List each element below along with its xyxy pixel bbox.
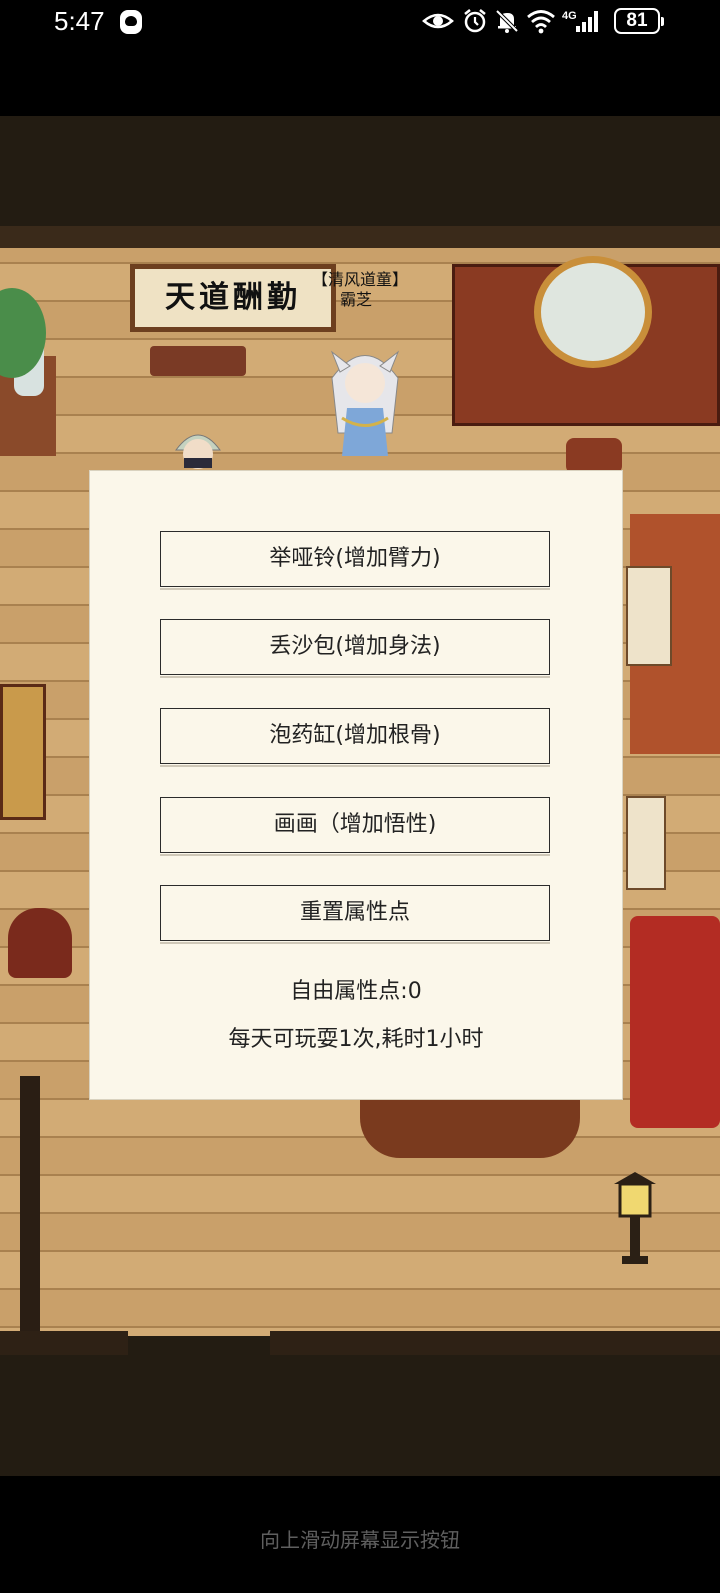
medicine-vat-button[interactable]: 泡药缸(增加根骨) xyxy=(160,708,550,767)
status-time: 5:47 xyxy=(54,6,105,36)
scene-bottom-border xyxy=(0,1336,720,1476)
npc-name: 霸芝 xyxy=(340,290,373,309)
tiandao-sign: 天道酬勤 xyxy=(130,264,336,332)
round-stool xyxy=(8,908,72,978)
lantern xyxy=(614,1172,656,1264)
dumbbell-button[interactable]: 举哑铃(增加臂力) xyxy=(160,531,550,590)
painting-button[interactable]: 画画（增加悟性) xyxy=(160,797,550,856)
alarm-icon xyxy=(462,8,488,34)
eye-icon xyxy=(422,8,454,34)
training-dialog: 举哑铃(增加臂力) 丢沙包(增加身法) 泡药缸(增加根骨) 画画（增加悟性) 重… xyxy=(89,470,623,1100)
status-bar: 5:47 4G 81 xyxy=(0,0,720,44)
floor-beam-left xyxy=(0,1331,128,1355)
wifi-icon xyxy=(526,8,556,34)
daily-limit-label: 每天可玩耍1次,耗时1小时 xyxy=(228,1027,484,1052)
bamboo-scroll xyxy=(626,796,666,890)
tree-stump-table xyxy=(360,1100,580,1158)
barrel xyxy=(566,438,622,474)
npc-character[interactable] xyxy=(322,338,408,468)
mute-icon xyxy=(494,8,520,34)
red-sofa xyxy=(630,916,720,1128)
reset-points-button[interactable]: 重置属性点 xyxy=(160,885,550,944)
gesture-hint: 向上滑动屏幕显示按钮 xyxy=(260,1528,460,1552)
room-wall-edge xyxy=(0,226,720,248)
lotus-scroll xyxy=(626,566,672,666)
side-cabinet xyxy=(0,684,46,820)
wooden-pole xyxy=(20,1076,40,1336)
signal-icon: 4G xyxy=(562,8,602,34)
sandbag-button[interactable]: 丢沙包(增加身法) xyxy=(160,619,550,678)
battery-icon: 81 xyxy=(614,8,664,34)
qq-icon xyxy=(120,10,142,34)
floor-beam-right xyxy=(270,1331,720,1355)
network-type-label: 4G xyxy=(562,10,577,22)
free-points-label: 自由属性点:0 xyxy=(290,979,422,1004)
round-mirror xyxy=(534,256,652,368)
writing-desk xyxy=(150,346,246,376)
